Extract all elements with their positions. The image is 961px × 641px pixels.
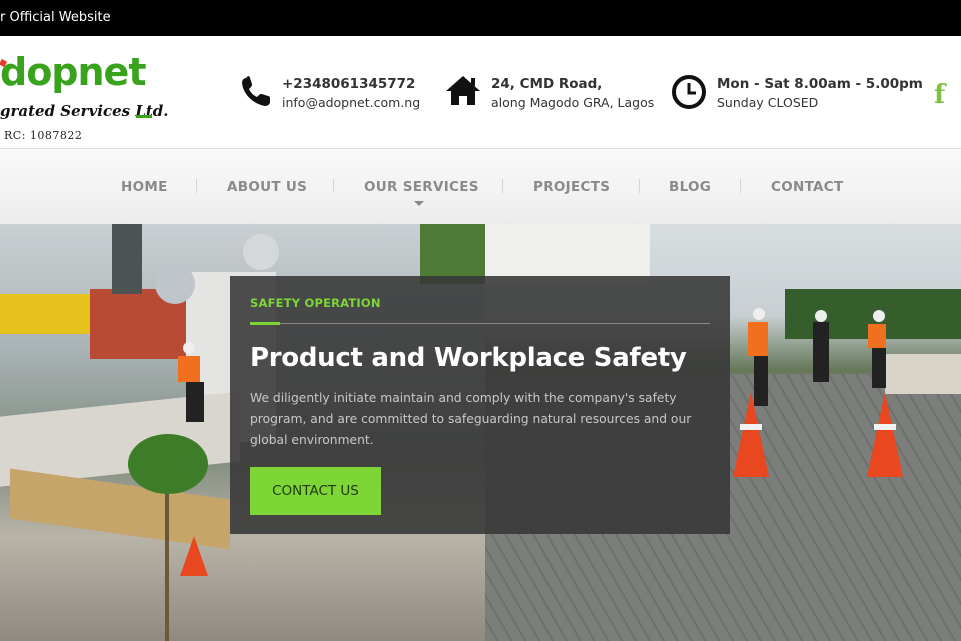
hero-caption-box: SAFETY OPERATION Product and Workplace S… bbox=[230, 276, 730, 534]
hours-weekdays: Mon - Sat 8.00am - 5.00pm bbox=[717, 76, 923, 92]
photo-traffic-cone bbox=[180, 536, 208, 576]
business-hours: Mon - Sat 8.00am - 5.00pm Sunday CLOSED bbox=[671, 74, 923, 118]
photo-building bbox=[485, 224, 650, 284]
address-line-2: along Magodo GRA, Lagos bbox=[491, 95, 655, 110]
contact-address: 24, CMD Road, along Magodo GRA, Lagos bbox=[444, 74, 654, 118]
contact-us-button[interactable]: CONTACT US bbox=[250, 467, 381, 515]
nav-our-services[interactable]: OUR SERVICES bbox=[364, 179, 479, 195]
main-nav: HOME ABOUT US OUR SERVICES PROJECTS BLOG… bbox=[0, 148, 961, 226]
nav-separator bbox=[740, 179, 741, 193]
nav-separator bbox=[333, 179, 334, 193]
hero-banner: SAFETY OPERATION Product and Workplace S… bbox=[0, 224, 961, 641]
photo-tree bbox=[420, 224, 485, 284]
hours-sunday: Sunday CLOSED bbox=[717, 95, 819, 110]
chevron-down-icon[interactable] bbox=[414, 201, 424, 206]
photo-mast bbox=[112, 224, 142, 294]
nav-separator bbox=[196, 179, 197, 193]
nav-separator bbox=[639, 179, 640, 193]
header: dopnet grated Services Ltd. RC: 1087822 … bbox=[0, 36, 961, 148]
phone-icon bbox=[242, 76, 270, 106]
photo-traffic-cone bbox=[867, 392, 903, 477]
logo-rc-number: RC: 1087822 bbox=[4, 129, 83, 142]
photo-plant bbox=[128, 434, 208, 494]
home-icon bbox=[446, 76, 480, 105]
nav-separator bbox=[502, 179, 503, 193]
nav-contact[interactable]: CONTACT bbox=[771, 179, 844, 195]
address-line-1: 24, CMD Road, bbox=[491, 76, 603, 92]
clock-icon bbox=[672, 75, 706, 109]
logo-wordmark: dopnet bbox=[0, 50, 146, 94]
hero-description: We diligently initiate maintain and comp… bbox=[250, 391, 692, 447]
hero-divider bbox=[250, 323, 710, 324]
email-address[interactable]: info@adopnet.com.ng bbox=[282, 95, 420, 110]
top-bar: r Official Website bbox=[0, 0, 961, 36]
photo-satellite-dish bbox=[243, 234, 279, 270]
phone-number[interactable]: +2348061345772 bbox=[282, 76, 415, 92]
photo-panels bbox=[885, 354, 961, 394]
photo-satellite-dish bbox=[155, 264, 195, 304]
hero-kicker: SAFETY OPERATION bbox=[250, 296, 381, 310]
cone-stripe bbox=[874, 424, 896, 430]
nav-projects[interactable]: PROJECTS bbox=[533, 179, 610, 195]
nav-home[interactable]: HOME bbox=[121, 179, 168, 195]
logo-tagline-underline bbox=[136, 115, 152, 118]
logo[interactable]: dopnet grated Services Ltd. RC: 1087822 bbox=[0, 48, 170, 148]
hero-title: Product and Workplace Safety bbox=[250, 343, 687, 373]
facebook-icon[interactable]: f bbox=[934, 80, 954, 110]
contact-phone-email: +2348061345772 info@adopnet.com.ng bbox=[240, 74, 430, 118]
nav-about-us[interactable]: ABOUT US bbox=[227, 179, 307, 195]
nav-blog[interactable]: BLOG bbox=[669, 179, 711, 195]
cone-stripe bbox=[740, 424, 762, 430]
top-bar-text: r Official Website bbox=[0, 10, 111, 25]
hero-divider-accent bbox=[250, 322, 280, 325]
